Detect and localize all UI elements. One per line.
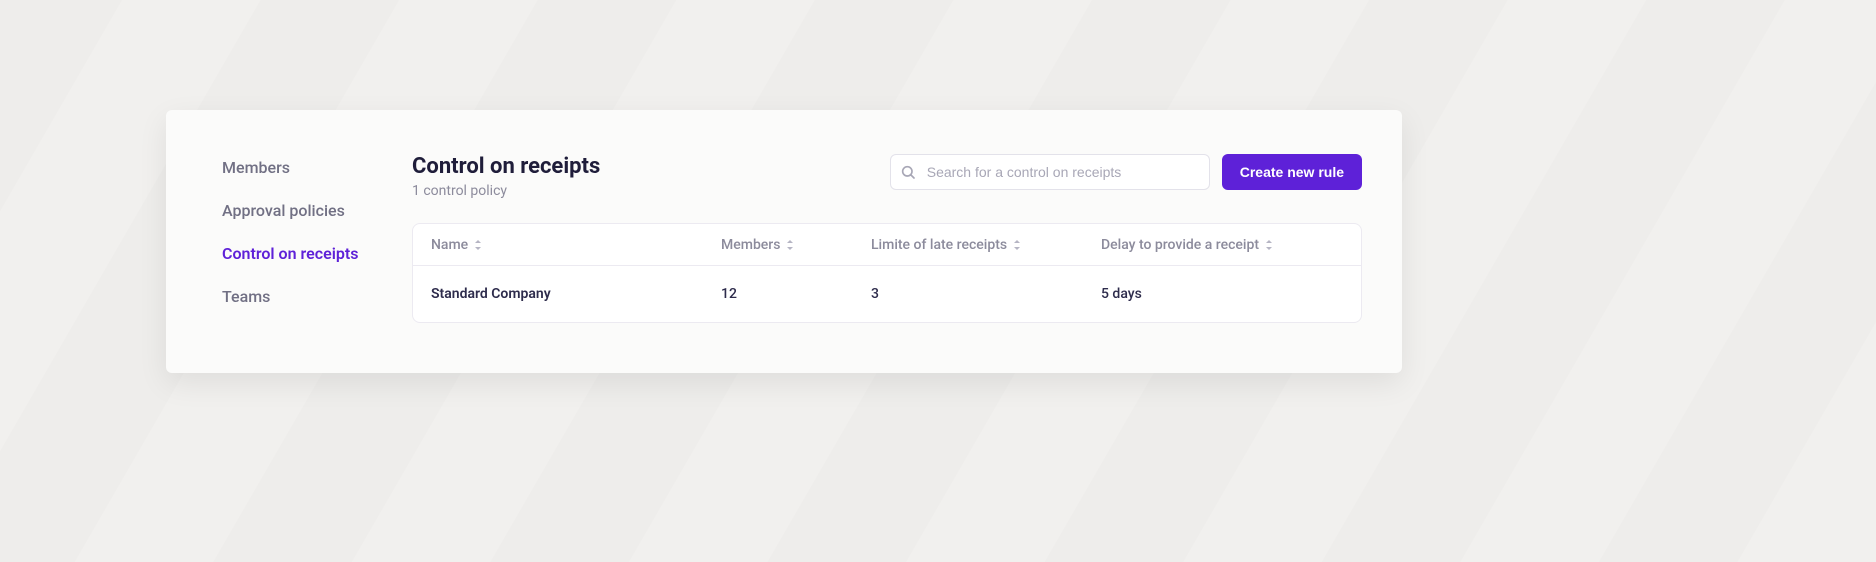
column-header-name[interactable]: Name xyxy=(431,237,721,253)
sidebar: Members Approval policies Control on rec… xyxy=(222,154,412,323)
header-actions: Create new rule xyxy=(890,154,1362,190)
sort-icon xyxy=(474,240,482,250)
sort-icon xyxy=(1013,240,1021,250)
column-header-label: Delay to provide a receipt xyxy=(1101,237,1259,253)
settings-card: Members Approval policies Control on rec… xyxy=(166,110,1402,373)
column-header-label: Name xyxy=(431,237,468,253)
table-row[interactable]: Standard Company 12 3 5 days xyxy=(413,266,1361,322)
sidebar-item-teams[interactable]: Teams xyxy=(222,287,412,306)
column-header-members[interactable]: Members xyxy=(721,237,871,253)
search-input[interactable] xyxy=(890,154,1210,190)
search-icon xyxy=(900,164,916,180)
column-header-label: Members xyxy=(721,237,780,253)
table-header-row: Name Members Limite of late receipts xyxy=(413,224,1361,266)
cell-members: 12 xyxy=(721,286,871,302)
page-subtitle: 1 control policy xyxy=(412,183,600,199)
table-body: Standard Company 12 3 5 days xyxy=(413,266,1361,322)
cell-limit: 3 xyxy=(871,286,1101,302)
sort-icon xyxy=(1265,240,1273,250)
sidebar-item-members[interactable]: Members xyxy=(222,158,412,177)
create-new-rule-button[interactable]: Create new rule xyxy=(1222,154,1362,190)
cell-name: Standard Company xyxy=(431,286,721,302)
main-header: Control on receipts 1 control policy Cre… xyxy=(412,154,1362,199)
title-block: Control on receipts 1 control policy xyxy=(412,154,600,199)
sidebar-item-control-on-receipts[interactable]: Control on receipts xyxy=(222,244,412,263)
search-wrap xyxy=(890,154,1210,190)
cell-delay: 5 days xyxy=(1101,286,1343,302)
sidebar-item-approval-policies[interactable]: Approval policies xyxy=(222,201,412,220)
column-header-delay[interactable]: Delay to provide a receipt xyxy=(1101,237,1343,253)
column-header-limit[interactable]: Limite of late receipts xyxy=(871,237,1101,253)
page-title: Control on receipts xyxy=(412,154,600,179)
main-content: Control on receipts 1 control policy Cre… xyxy=(412,154,1362,323)
column-header-label: Limite of late receipts xyxy=(871,237,1007,253)
rules-table: Name Members Limite of late receipts xyxy=(412,223,1362,323)
sort-icon xyxy=(786,240,794,250)
